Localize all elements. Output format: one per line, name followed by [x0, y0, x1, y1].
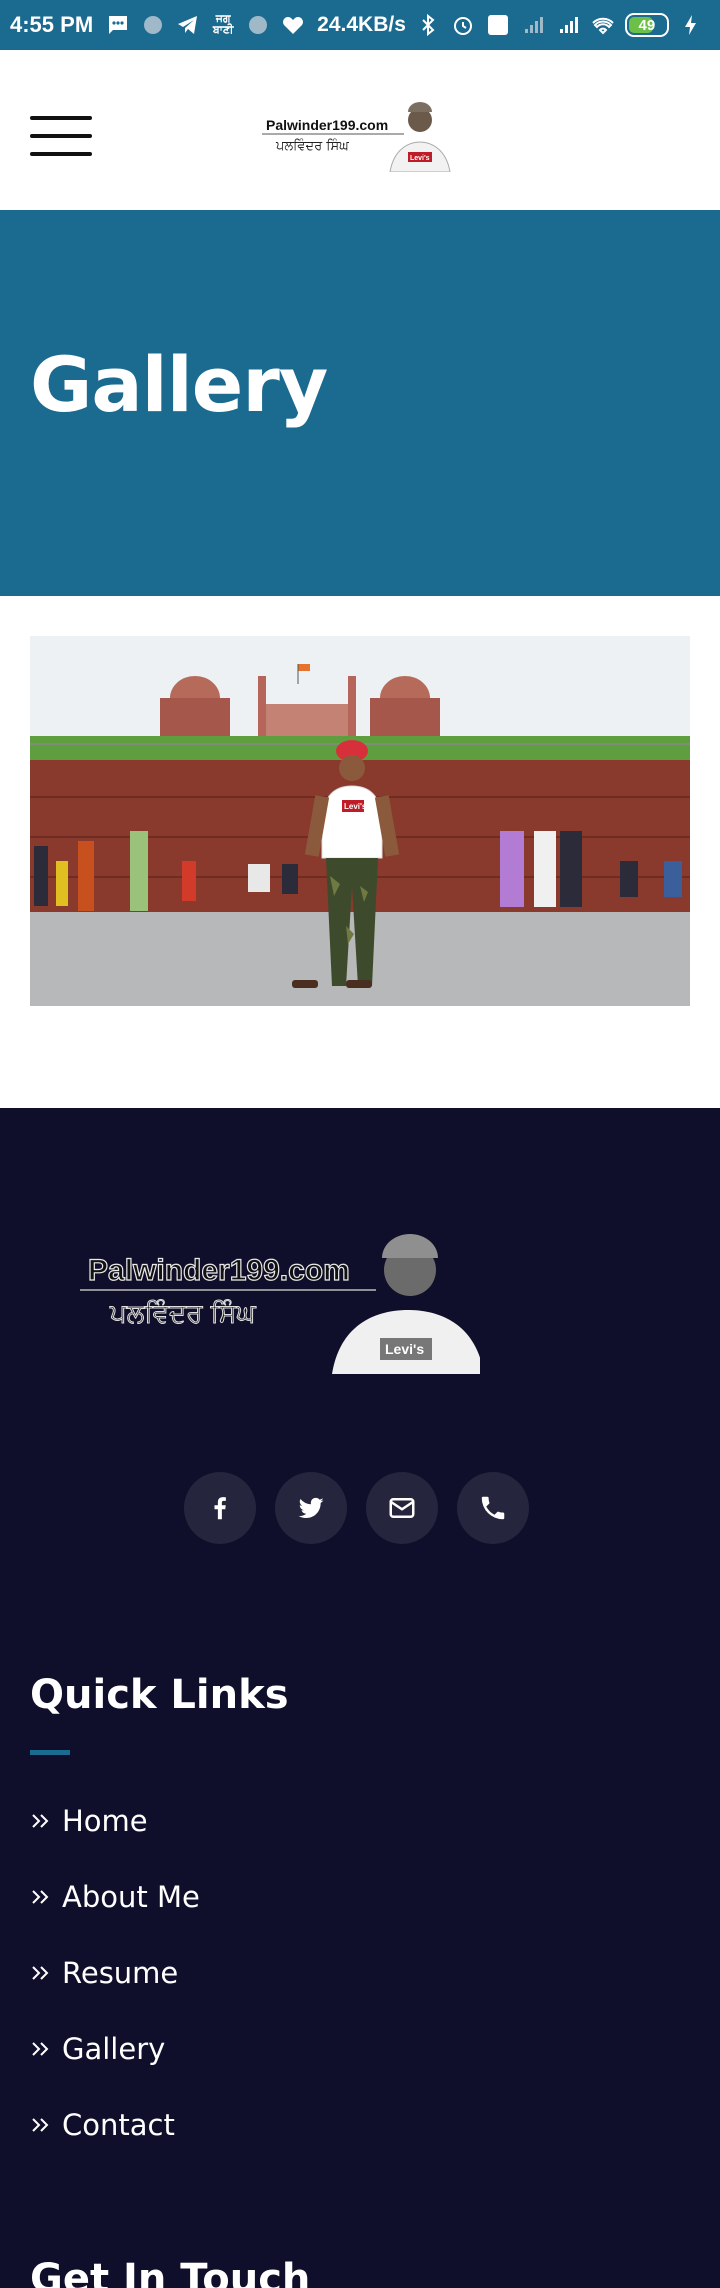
page-title: Gallery — [30, 340, 328, 429]
signal-icon — [555, 12, 581, 38]
status-bar: 4:55 PM ਜਗ ਬਾਣੀ 24.4KB/s 49 — [0, 0, 720, 50]
wifi-icon — [590, 12, 616, 38]
twitter-icon[interactable] — [275, 1472, 347, 1544]
phone-icon[interactable] — [457, 1472, 529, 1544]
logo-subtitle-text: ਪਲਵਿੰਦਰ ਸਿੰਘ — [275, 138, 349, 154]
quick-link-resume[interactable]: Resume — [30, 1954, 200, 2030]
quick-link-label: About Me — [62, 1880, 200, 1914]
footer-logo-subtitle-text: ਪਲਵਿੰਦਰ ਸਿੰਘ — [109, 1299, 256, 1329]
message-icon — [105, 12, 131, 38]
get-in-touch-heading: Get In Touch — [30, 2256, 311, 2288]
svg-text:Levi's: Levi's — [385, 1341, 424, 1357]
svg-text:Levi's: Levi's — [344, 802, 367, 811]
quick-link-home[interactable]: Home — [30, 1802, 200, 1878]
heart-icon — [280, 12, 306, 38]
gallery-photo[interactable]: Levi's — [30, 636, 690, 1006]
logo-name-text: Palwinder199.com — [266, 117, 388, 133]
status-time: 4:55 PM — [10, 12, 94, 37]
footer-logo-name-text: Palwinder199.com — [88, 1254, 350, 1287]
page-banner: Gallery — [0, 210, 720, 596]
double-chevron-right-icon — [32, 1814, 49, 1828]
double-chevron-right-icon — [32, 2118, 49, 2132]
quick-link-label: Home — [62, 1804, 148, 1838]
circle-app-icon — [140, 12, 166, 38]
footer-logo[interactable]: Palwinder199.com ਪਲਵਿੰਦਰ ਸਿੰਘ Levi's — [80, 1224, 484, 1374]
double-chevron-right-icon — [32, 1966, 49, 1980]
site-footer: Palwinder199.com ਪਲਵਿੰਦਰ ਸਿੰਘ Levi's Qui… — [0, 1108, 720, 2288]
status-icons: ਜਗ ਬਾਣੀ 24.4KB/s 49 — [105, 12, 704, 38]
quick-link-gallery[interactable]: Gallery — [30, 2030, 200, 2106]
quick-link-label: Resume — [62, 1956, 179, 1990]
jag-bani-icon: ਜਗ ਬਾਣੀ — [212, 13, 234, 36]
svg-text:Levi's: Levi's — [410, 155, 430, 162]
quick-link-contact[interactable]: Contact — [30, 2106, 200, 2182]
double-chevron-right-icon — [32, 2042, 49, 2056]
hamburger-menu-icon[interactable] — [30, 116, 92, 156]
quick-link-label: Gallery — [62, 2032, 166, 2066]
alarm-icon — [450, 12, 476, 38]
battery-icon: 49 — [624, 13, 669, 37]
quick-links-list: Home About Me Resume Gallery Contact — [30, 1802, 200, 2182]
circle-app-icon — [245, 12, 271, 38]
facebook-icon[interactable] — [184, 1472, 256, 1544]
telegram-icon — [175, 12, 201, 38]
signal-icon — [520, 12, 546, 38]
heading-underline — [30, 1750, 70, 1755]
site-logo[interactable]: Palwinder199.com ਪਲਵਿੰਦਰ ਸਿੰਘ Levi's — [262, 98, 462, 173]
bluetooth-icon — [415, 12, 441, 38]
quick-link-label: Contact — [62, 2108, 175, 2142]
site-header: Palwinder199.com ਪਲਵਿੰਦਰ ਸਿੰਘ Levi's — [0, 50, 720, 210]
quick-links-heading: Quick Links — [30, 1672, 289, 1718]
email-icon[interactable] — [366, 1472, 438, 1544]
net-speed: 24.4KB/s — [317, 13, 406, 36]
charging-icon — [678, 12, 704, 38]
gallery-section: Levi's — [0, 596, 720, 1108]
volte-icon — [485, 12, 511, 38]
social-links — [184, 1472, 529, 1544]
quick-link-about-me[interactable]: About Me — [30, 1878, 200, 1954]
double-chevron-right-icon — [32, 1890, 49, 1904]
